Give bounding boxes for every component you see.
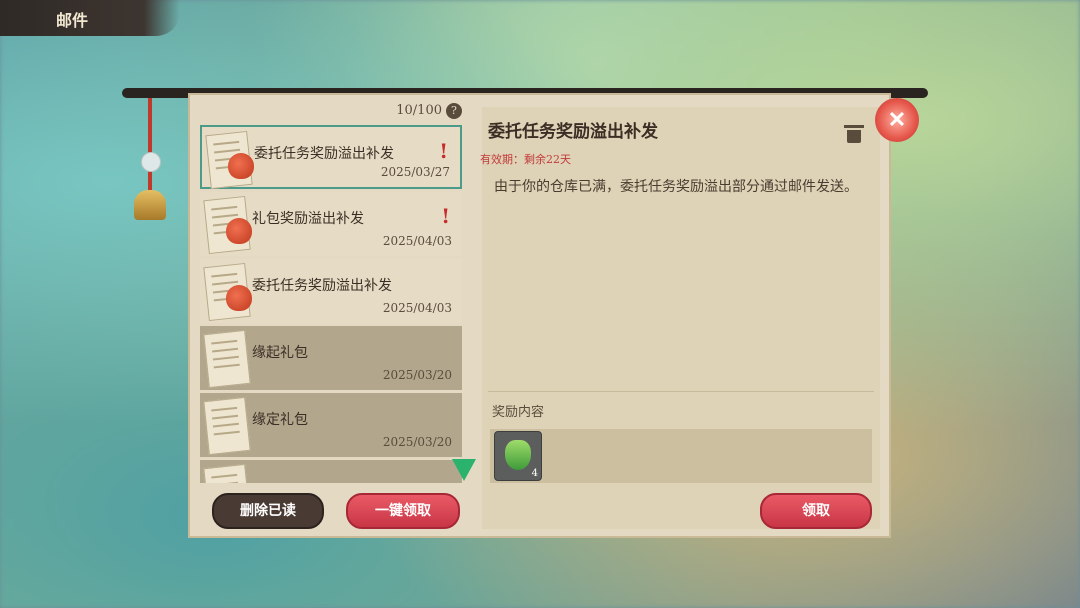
mail-body: 由于你的仓库已满，委托任务奖励溢出部分通过邮件发送。 [494,179,858,195]
mail-title: 委托任务奖励溢出补发 [252,278,392,294]
divider [488,391,874,392]
mail-date: 2025/04/03 [382,234,452,248]
list-item[interactable]: 委托任务奖励溢出补发 2025/04/03 [200,259,462,323]
reward-label: 奖励内容 [492,405,545,420]
help-icon[interactable]: ? [446,103,462,119]
detail-title: 委托任务奖励溢出补发 [488,122,658,142]
page-title: 邮件 [56,11,89,30]
letter-icon [203,396,251,456]
mail-title: 缘起礼包 [252,345,308,361]
alert-icon: ! [439,139,448,163]
mail-list[interactable]: 委托任务奖励溢出补发 ! 2025/03/27 礼包奖励溢出补发 ! 2025/… [200,125,462,483]
mail-count-text: 10/100 [396,103,442,118]
close-icon[interactable]: ✕ [875,98,919,142]
pouch-icon [226,218,252,244]
list-item[interactable]: 委托任务奖励溢出补发 ! 2025/03/27 [200,125,462,190]
reward-item[interactable]: 4 [494,431,542,481]
mail-count: 10/100? [396,103,462,119]
mail-title: 委托任务奖励溢出补发 [254,146,394,162]
mail-date: 2025/03/20 [382,368,452,382]
claim-button[interactable]: 领取 [760,493,872,529]
mail-date: 2025/04/03 [382,301,452,315]
trash-icon[interactable] [844,125,864,143]
list-item[interactable]: 缘定礼包 2025/03/20 [200,393,462,457]
pouch-icon [226,285,252,311]
mail-title: 缘定礼包 [252,412,308,428]
reward-quantity: 4 [531,468,538,479]
letter-icon [203,463,251,483]
expire-text: 有效期：剩余22天 [480,153,571,166]
mail-panel: 10/100? 委托任务奖励溢出补发 ! 2025/03/27 礼包奖励溢出补发… [188,93,891,538]
mail-date: 2025/03/27 [380,165,450,179]
bell-icon [134,190,166,220]
header-bar: 邮件 [0,0,180,36]
list-item[interactable]: 缘起礼包 2025/03/20 [200,326,462,390]
pouch-icon [228,153,254,179]
claim-all-button[interactable]: 一键领取 [346,493,460,529]
hanging-string [148,96,152,190]
mail-date: 2025/03/20 [382,435,452,449]
green-material-icon [505,440,531,470]
list-item[interactable] [200,460,462,483]
list-item[interactable]: 礼包奖励溢出补发 ! 2025/04/03 [200,192,462,256]
mail-title: 礼包奖励溢出补发 [252,211,364,227]
mail-detail-pane: 委托任务奖励溢出补发 有效期：剩余22天 由于你的仓库已满，委托任务奖励溢出部分… [480,107,880,529]
letter-icon [203,329,251,389]
delete-read-button[interactable]: 删除已读 [212,493,324,529]
scroll-down-arrow-icon [452,459,476,481]
reward-list: 4 [490,429,872,483]
jade-bead-icon [141,152,161,172]
mail-list-pane: 10/100? 委托任务奖励溢出补发 ! 2025/03/27 礼包奖励溢出补发… [200,99,476,531]
alert-icon: ! [441,204,450,228]
